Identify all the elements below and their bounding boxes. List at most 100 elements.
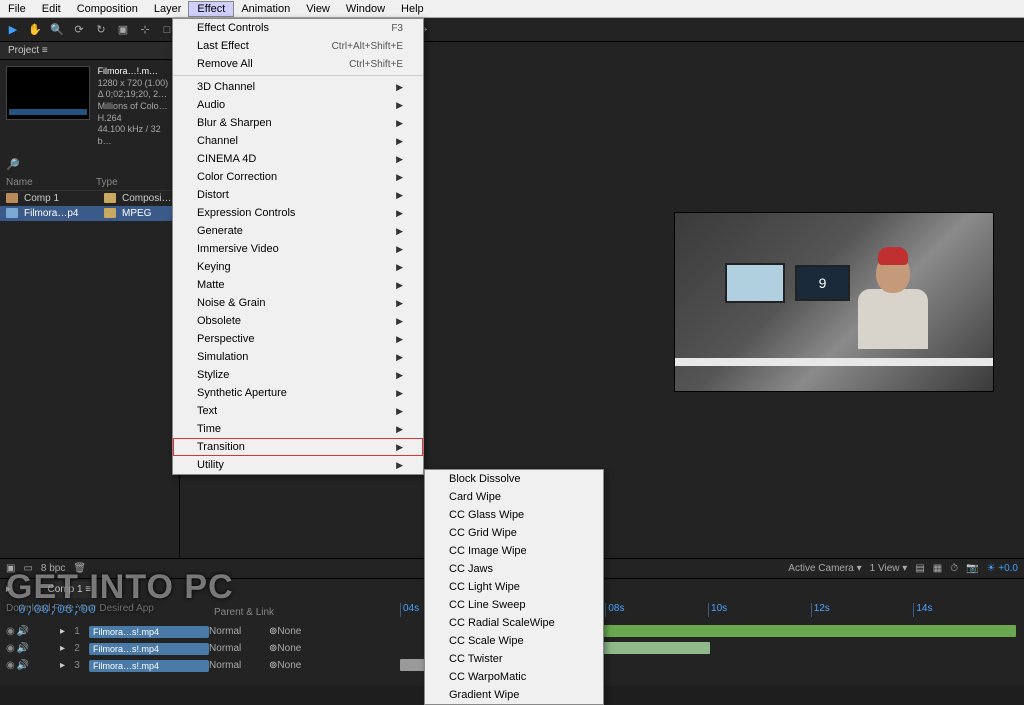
timeline-column-headers: Parent & Link (214, 607, 274, 618)
menu-item-distort[interactable]: Distort▶ (173, 186, 423, 204)
menu-layer[interactable]: Layer (146, 2, 190, 16)
menu-help[interactable]: Help (393, 2, 432, 16)
submenu-item-cc-scale-wipe[interactable]: CC Scale Wipe (425, 632, 603, 650)
menu-item-time[interactable]: Time▶ (173, 420, 423, 438)
transparency-icon[interactable]: ▦ (933, 563, 942, 574)
menu-item-utility[interactable]: Utility▶ (173, 456, 423, 474)
menu-item-color-correction[interactable]: Color Correction▶ (173, 168, 423, 186)
menu-view[interactable]: View (298, 2, 338, 16)
menu-animation[interactable]: Animation (233, 2, 298, 16)
menu-item[interactable]: Last EffectCtrl+Alt+Shift+E (173, 37, 423, 55)
menu-file[interactable]: File (0, 2, 34, 16)
submenu-item-cc-jaws[interactable]: CC Jaws (425, 560, 603, 578)
col-type[interactable]: Type (96, 177, 118, 188)
trash-icon[interactable]: 🗑 (73, 563, 86, 574)
visibility-icon[interactable]: ◉ (6, 643, 15, 654)
viewer-frame[interactable]: 9 (674, 212, 994, 392)
menu-item-immersive-video[interactable]: Immersive Video▶ (173, 240, 423, 258)
effect-menu-dropdown[interactable]: Effect ControlsF3Last EffectCtrl+Alt+Shi… (172, 18, 424, 475)
menu-item[interactable]: Remove AllCtrl+Shift+E (173, 55, 423, 73)
project-tab[interactable]: Project ≡ (0, 42, 179, 60)
submenu-item-cc-glass-wipe[interactable]: CC Glass Wipe (425, 506, 603, 524)
menu-item-synthetic-aperture[interactable]: Synthetic Aperture▶ (173, 384, 423, 402)
camera-dropdown[interactable]: Active Camera ▾ (788, 563, 861, 574)
folder-icon[interactable]: ▭ (23, 563, 32, 574)
project-item-clip[interactable]: Filmora…p4 MPEG (0, 206, 179, 221)
menu-item-matte[interactable]: Matte▶ (173, 276, 423, 294)
menu-item-blur-sharpen[interactable]: Blur & Sharpen▶ (173, 114, 423, 132)
submenu-item-cc-radial-scalewipe[interactable]: CC Radial ScaleWipe (425, 614, 603, 632)
view-options-icon[interactable]: ▤ (915, 563, 924, 574)
menu-item-obsolete[interactable]: Obsolete▶ (173, 312, 423, 330)
views-dropdown[interactable]: 1 View ▾ (870, 563, 908, 574)
parent-link-header[interactable]: Parent & Link (214, 607, 274, 618)
blend-mode[interactable]: Normal (209, 626, 269, 637)
submenu-item-cc-light-wipe[interactable]: CC Light Wipe (425, 578, 603, 596)
rotate-tool-icon[interactable]: ↻ (92, 21, 110, 39)
menu-item-keying[interactable]: Keying▶ (173, 258, 423, 276)
menu-item[interactable]: Effect ControlsF3 (173, 19, 423, 37)
menu-edit[interactable]: Edit (34, 2, 69, 16)
submenu-item-cc-warpomatic[interactable]: CC WarpoMatic (425, 668, 603, 686)
new-comp-icon[interactable]: ▣ (6, 563, 15, 574)
menu-item-stylize[interactable]: Stylize▶ (173, 366, 423, 384)
menu-item-generate[interactable]: Generate▶ (173, 222, 423, 240)
menubar[interactable]: File Edit Composition Layer Effect Anima… (0, 0, 1024, 18)
menu-window[interactable]: Window (338, 2, 393, 16)
submenu-item-cc-image-wipe[interactable]: CC Image Wipe (425, 542, 603, 560)
pickwhip-icon[interactable]: ⊚ (269, 626, 277, 637)
menu-item-text[interactable]: Text▶ (173, 402, 423, 420)
blend-mode[interactable]: Normal (209, 643, 269, 654)
parent-link[interactable]: None (277, 643, 337, 654)
render-queue-icon[interactable]: ▸ (6, 582, 12, 595)
item-name: Filmora…p4 (24, 208, 98, 219)
transition-submenu[interactable]: Block DissolveCard WipeCC Glass WipeCC G… (424, 469, 604, 705)
submenu-item-cc-grid-wipe[interactable]: CC Grid Wipe (425, 524, 603, 542)
clip-name: Filmora…!.m… (98, 66, 173, 78)
submenu-item-cc-twister[interactable]: CC Twister (425, 650, 603, 668)
parent-link[interactable]: None (277, 626, 337, 637)
exposure-control[interactable]: ☀ +0.0 (987, 563, 1019, 574)
timeline-tab[interactable]: Comp 1 ≡ (40, 581, 100, 598)
col-name[interactable]: Name (6, 177, 96, 188)
menu-item-3d-channel[interactable]: 3D Channel▶ (173, 78, 423, 96)
menu-item-noise-grain[interactable]: Noise & Grain▶ (173, 294, 423, 312)
preview-image: 9 (675, 213, 993, 391)
project-item-comp[interactable]: Comp 1 Composi… (0, 191, 179, 206)
menu-composition[interactable]: Composition (69, 2, 146, 16)
bpc-indicator[interactable]: 8 bpc (41, 563, 65, 574)
ruler-tick: 14s (913, 603, 1016, 617)
layer-index: 2 (65, 643, 89, 654)
camera-tool-icon[interactable]: ▣ (114, 21, 132, 39)
anchor-tool-icon[interactable]: ⊹ (136, 21, 154, 39)
menu-item-transition[interactable]: Transition▶ (173, 438, 423, 456)
submenu-item-block-dissolve[interactable]: Block Dissolve (425, 470, 603, 488)
hand-tool-icon[interactable]: ✋ (26, 21, 44, 39)
layer-name[interactable]: Filmora…s!.mp4 (89, 643, 209, 655)
clip-codec: H.264 (98, 113, 173, 125)
zoom-tool-icon[interactable]: 🔍 (48, 21, 66, 39)
audio-icon[interactable]: 🔊 (17, 626, 29, 637)
submenu-item-card-wipe[interactable]: Card Wipe (425, 488, 603, 506)
layer-name[interactable]: Filmora…s!.mp4 (89, 626, 209, 638)
snapshot-icon[interactable]: 📷 (966, 563, 978, 574)
audio-icon[interactable]: 🔊 (17, 643, 29, 654)
clip-thumbnail[interactable] (6, 66, 90, 120)
menu-item-cinema-4d[interactable]: CINEMA 4D▶ (173, 150, 423, 168)
menu-item-channel[interactable]: Channel▶ (173, 132, 423, 150)
pickwhip-icon[interactable]: ⊚ (269, 643, 277, 654)
menu-item-audio[interactable]: Audio▶ (173, 96, 423, 114)
visibility-icon[interactable]: ◉ (6, 626, 15, 637)
selection-tool-icon[interactable]: ▶ (4, 21, 22, 39)
project-search[interactable]: 🔎 (0, 154, 179, 175)
menu-item-expression-controls[interactable]: Expression Controls▶ (173, 204, 423, 222)
submenu-item-gradient-wipe[interactable]: Gradient Wipe (425, 686, 603, 704)
timeline-icon[interactable]: ⏱ (950, 563, 958, 574)
menu-effect[interactable]: Effect (189, 2, 233, 16)
person (853, 253, 933, 373)
menu-item-simulation[interactable]: Simulation▶ (173, 348, 423, 366)
menu-item-perspective[interactable]: Perspective▶ (173, 330, 423, 348)
clip-bar[interactable] (600, 625, 1016, 637)
orbit-tool-icon[interactable]: ⟳ (70, 21, 88, 39)
submenu-item-cc-line-sweep[interactable]: CC Line Sweep (425, 596, 603, 614)
